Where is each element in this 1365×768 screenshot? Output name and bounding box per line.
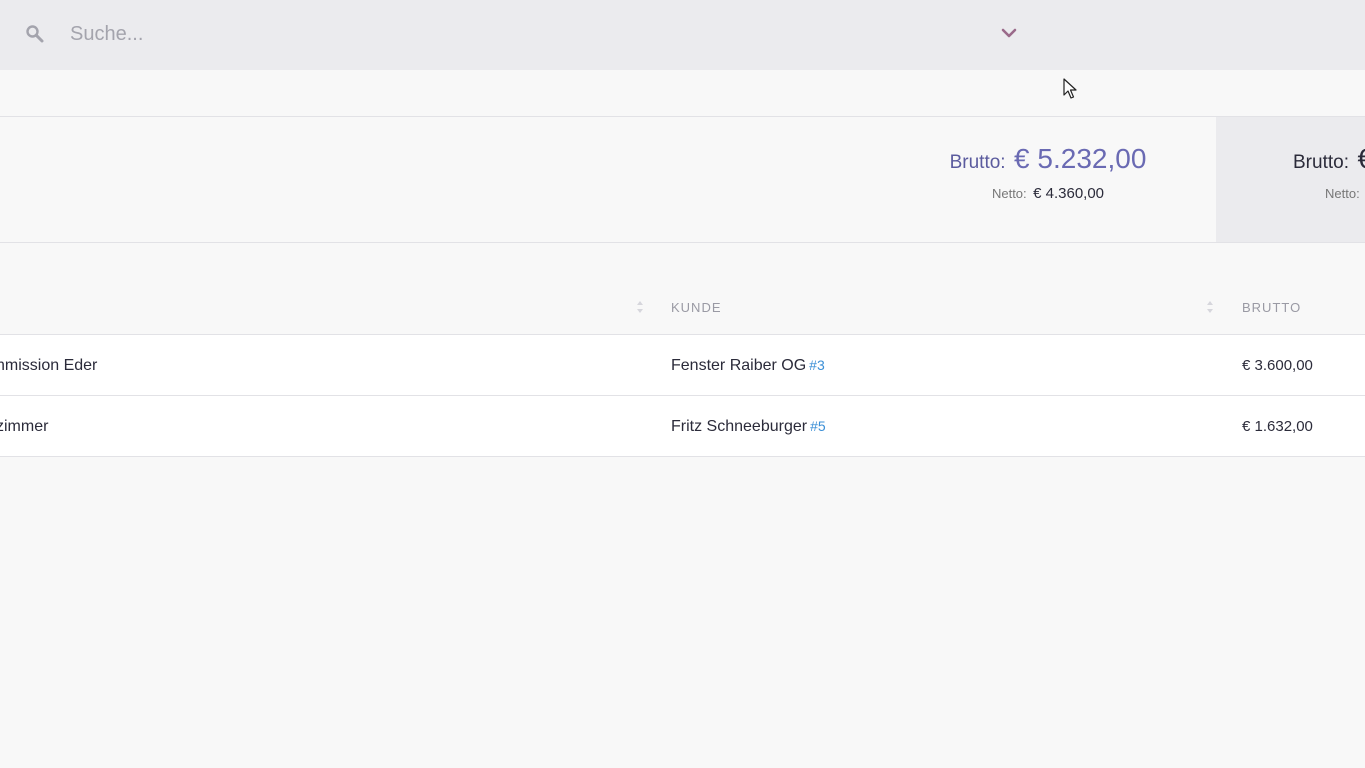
search-icon[interactable]: [25, 24, 45, 44]
sort-icon[interactable]: [1206, 299, 1214, 315]
totals-band: Brutto: € 5.232,00 Netto: € 4.360,00 Bru…: [0, 117, 1365, 243]
netto-value: € 4.360,00: [1033, 185, 1105, 202]
cursor-icon: [1063, 78, 1077, 100]
brutto-cell: € 3.600,00: [1242, 357, 1313, 374]
search-input[interactable]: [70, 17, 970, 51]
brutto-cell: € 1.632,00: [1242, 418, 1313, 435]
search-bar: [0, 0, 1365, 70]
brutto-label: Brutto:: [949, 152, 1006, 173]
table-row[interactable]: zimmer Fritz Schneeburger #5 € 1.632,00: [0, 396, 1365, 457]
brutto-value-secondary: €: [1357, 143, 1365, 174]
netto-line: Netto: € 4.360,00: [880, 185, 1216, 203]
table-header: KUNDE BRUTTO: [0, 243, 1365, 335]
customer-name: Fenster Raiber OG: [671, 357, 807, 374]
brutto-line-secondary: Brutto: €: [1216, 143, 1365, 175]
customer-ref-link[interactable]: #3: [809, 357, 825, 373]
customer-ref-link[interactable]: #5: [810, 418, 826, 434]
sort-icon[interactable]: [636, 299, 644, 315]
customer-cell: Fenster Raiber OG #3: [671, 357, 825, 375]
chevron-down-icon[interactable]: [1000, 26, 1018, 40]
customer-cell: Fritz Schneeburger #5: [671, 418, 826, 436]
brutto-label-secondary: Brutto:: [1293, 152, 1349, 173]
netto-label: Netto:: [991, 186, 1027, 201]
total-card-secondary[interactable]: Brutto: € Netto:: [1216, 117, 1365, 242]
netto-line-secondary: Netto:: [1216, 185, 1365, 203]
project-cell: zimmer: [0, 418, 49, 435]
brutto-line: Brutto: € 5.232,00: [880, 143, 1216, 175]
invoice-table: KUNDE BRUTTO nmission Eder Fenster Raibe…: [0, 243, 1365, 457]
app-root: Brutto: € 5.232,00 Netto: € 4.360,00 Bru…: [0, 0, 1365, 768]
toolbar-band: [0, 70, 1365, 117]
column-header-kunde[interactable]: KUNDE: [671, 300, 722, 315]
customer-name: Fritz Schneeburger: [671, 418, 808, 435]
brutto-value: € 5.232,00: [1014, 143, 1147, 174]
project-cell: nmission Eder: [0, 357, 98, 374]
column-header-brutto[interactable]: BRUTTO: [1242, 300, 1301, 315]
table-row[interactable]: nmission Eder Fenster Raiber OG #3 € 3.60…: [0, 335, 1365, 396]
netto-label-secondary: Netto:: [1325, 186, 1360, 201]
total-card-primary[interactable]: Brutto: € 5.232,00 Netto: € 4.360,00: [880, 117, 1216, 242]
